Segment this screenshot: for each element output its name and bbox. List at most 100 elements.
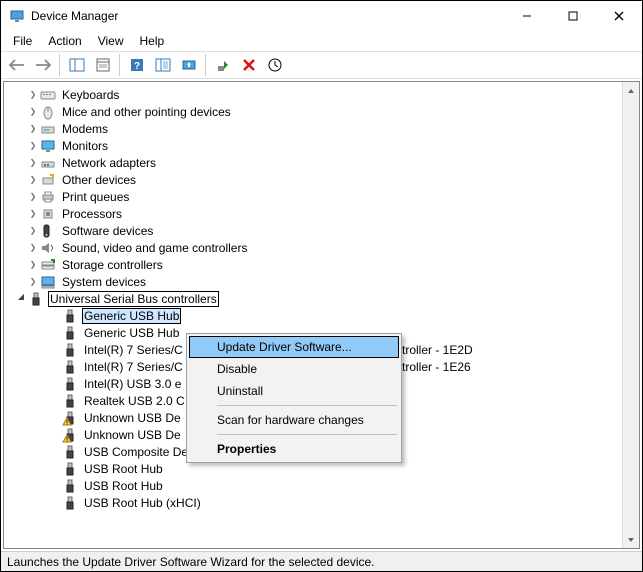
context-menu-item-label: Disable bbox=[217, 362, 257, 376]
usb-icon bbox=[62, 393, 78, 409]
context-menu-item-label: Update Driver Software... bbox=[217, 340, 352, 354]
scroll-up-button[interactable] bbox=[623, 82, 639, 99]
minimize-button[interactable] bbox=[504, 1, 550, 31]
tree-item-label: Unknown USB De bbox=[82, 411, 183, 425]
enable-device-button[interactable] bbox=[211, 54, 235, 76]
monitor-icon bbox=[40, 138, 56, 154]
tree-item-label: USB Root Hub bbox=[82, 479, 165, 493]
tree-item-label-suffix: troller - 1E26 bbox=[400, 360, 473, 374]
tree-item[interactable]: ❯ Storage controllers bbox=[4, 256, 622, 273]
expand-arrow-icon[interactable]: ❯ bbox=[26, 175, 40, 184]
scroll-down-button[interactable] bbox=[623, 531, 639, 548]
expand-arrow-icon[interactable]: ❯ bbox=[26, 243, 40, 252]
tree-item[interactable]: ❯System devices bbox=[4, 273, 622, 290]
tree-item-label: Sound, video and game controllers bbox=[60, 241, 249, 255]
usb-icon bbox=[62, 495, 78, 511]
context-menu-item[interactable]: Uninstall bbox=[189, 380, 399, 402]
uninstall-button[interactable] bbox=[237, 54, 261, 76]
device-tree[interactable]: ❯Keyboards❯Mice and other pointing devic… bbox=[4, 82, 622, 548]
modem-icon bbox=[40, 121, 56, 137]
system-icon bbox=[40, 274, 56, 290]
tree-item[interactable]: ❯Software devices bbox=[4, 222, 622, 239]
tree-item-usb-controllers[interactable]: ◢ Universal Serial Bus controllers bbox=[4, 290, 622, 307]
update-driver-button[interactable] bbox=[177, 54, 201, 76]
help-button[interactable]: ? bbox=[125, 54, 149, 76]
tree-item[interactable]: ·Generic USB Hub bbox=[4, 307, 622, 324]
tree-item[interactable]: ❯ Modems bbox=[4, 120, 622, 137]
tree-item-label: Print queues bbox=[60, 190, 131, 204]
usbwarn-icon: ! bbox=[62, 410, 78, 426]
usb-icon bbox=[62, 444, 78, 460]
tree-item[interactable]: ❯ Monitors bbox=[4, 137, 622, 154]
expand-arrow-icon[interactable]: ❯ bbox=[26, 124, 40, 133]
sound-icon bbox=[40, 240, 56, 256]
usb-icon bbox=[62, 478, 78, 494]
tree-item-label: Intel(R) 7 Series/C bbox=[82, 360, 185, 374]
tree-item-label: USB Root Hub bbox=[82, 462, 165, 476]
status-text: Launches the Update Driver Software Wiza… bbox=[7, 555, 375, 569]
maximize-button[interactable] bbox=[550, 1, 596, 31]
show-hide-tree-button[interactable] bbox=[65, 54, 89, 76]
usbwarn-icon: ! bbox=[62, 427, 78, 443]
scan-button[interactable] bbox=[151, 54, 175, 76]
context-menu-item[interactable]: Properties bbox=[189, 438, 399, 460]
properties-button[interactable] bbox=[91, 54, 115, 76]
tree-item-label: Monitors bbox=[60, 139, 110, 153]
tree-item-label: Storage controllers bbox=[60, 258, 165, 272]
tree-item[interactable]: ·USB Root Hub bbox=[4, 477, 622, 494]
usb-icon bbox=[62, 308, 78, 324]
window-title: Device Manager bbox=[31, 9, 504, 23]
menu-view[interactable]: View bbox=[92, 33, 130, 49]
title-bar: Device Manager bbox=[1, 1, 642, 31]
tree-item-label: Universal Serial Bus controllers bbox=[48, 291, 219, 307]
tree-item-label: Other devices bbox=[60, 173, 138, 187]
tree-item[interactable]: ❯Mice and other pointing devices bbox=[4, 103, 622, 120]
tree-item[interactable]: ❯ Processors bbox=[4, 205, 622, 222]
expand-arrow-icon[interactable]: ❯ bbox=[26, 158, 40, 167]
expand-arrow-icon[interactable]: ❯ bbox=[26, 260, 40, 269]
context-menu-item[interactable]: Scan for hardware changes bbox=[189, 409, 399, 431]
toolbar: ? bbox=[1, 51, 642, 79]
tree-item[interactable]: ·USB Root Hub (xHCI) bbox=[4, 494, 622, 511]
expand-arrow-icon[interactable]: ❯ bbox=[26, 192, 40, 201]
app-icon bbox=[9, 8, 25, 24]
back-button[interactable] bbox=[5, 54, 29, 76]
usb-icon bbox=[62, 325, 78, 341]
storage-icon bbox=[40, 257, 56, 273]
tree-item-label: Modems bbox=[60, 122, 110, 136]
tree-item-label-suffix: troller - 1E2D bbox=[400, 343, 475, 357]
usb-icon bbox=[28, 291, 44, 307]
usb-icon bbox=[62, 376, 78, 392]
expand-arrow-icon[interactable]: ❯ bbox=[26, 107, 40, 116]
net-icon bbox=[40, 155, 56, 171]
forward-button[interactable] bbox=[31, 54, 55, 76]
cpu-icon bbox=[40, 206, 56, 222]
tree-item[interactable]: ❯ Print queues bbox=[4, 188, 622, 205]
tree-item[interactable]: ❯Keyboards bbox=[4, 86, 622, 103]
expand-arrow-icon[interactable]: ❯ bbox=[26, 277, 40, 286]
other-icon bbox=[40, 172, 56, 188]
context-menu-separator bbox=[217, 405, 397, 406]
expand-arrow-icon[interactable]: ❯ bbox=[26, 90, 40, 99]
svg-text:?: ? bbox=[134, 61, 140, 72]
tree-item[interactable]: ❯ Sound, video and game controllers bbox=[4, 239, 622, 256]
context-menu: Update Driver Software... Disable Uninstal… bbox=[186, 333, 402, 463]
context-menu-item-label: Properties bbox=[217, 442, 276, 456]
context-menu-item[interactable]: Update Driver Software... bbox=[189, 336, 399, 358]
scan-hardware-button[interactable] bbox=[263, 54, 287, 76]
tree-item-label: Processors bbox=[60, 207, 124, 221]
close-button[interactable] bbox=[596, 1, 642, 31]
tree-item-label: Intel(R) 7 Series/C bbox=[82, 343, 185, 357]
printer-icon bbox=[40, 189, 56, 205]
context-menu-item[interactable]: Disable bbox=[189, 358, 399, 380]
menu-file[interactable]: File bbox=[7, 33, 38, 49]
expand-arrow-icon[interactable]: ❯ bbox=[26, 141, 40, 150]
tree-item[interactable]: ❯ Other devices bbox=[4, 171, 622, 188]
menu-action[interactable]: Action bbox=[42, 33, 87, 49]
tree-item[interactable]: ❯Network adapters bbox=[4, 154, 622, 171]
collapse-arrow-icon[interactable]: ◢ bbox=[14, 292, 28, 301]
expand-arrow-icon[interactable]: ❯ bbox=[26, 226, 40, 235]
expand-arrow-icon[interactable]: ❯ bbox=[26, 209, 40, 218]
menu-help[interactable]: Help bbox=[134, 33, 171, 49]
vertical-scrollbar[interactable] bbox=[622, 82, 639, 548]
